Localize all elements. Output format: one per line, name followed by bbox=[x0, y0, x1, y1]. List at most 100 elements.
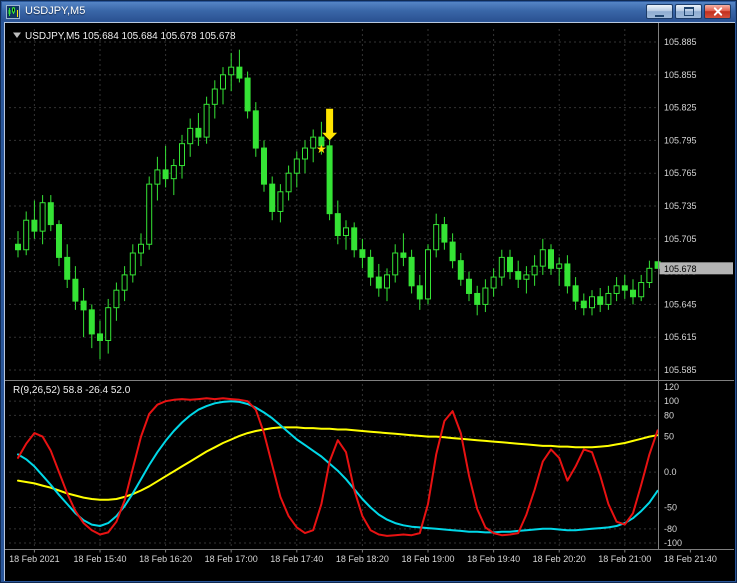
candle-body bbox=[285, 172, 292, 193]
price-tick-label: 105.615 bbox=[664, 332, 697, 342]
candle-body bbox=[621, 285, 628, 291]
minimize-icon bbox=[655, 7, 664, 17]
candle-body bbox=[572, 285, 579, 302]
candle-body bbox=[589, 296, 595, 309]
candle-body bbox=[269, 183, 276, 212]
candle-body bbox=[228, 66, 235, 76]
candle-body bbox=[64, 256, 71, 280]
candle-body bbox=[146, 183, 153, 245]
indicator-tick-label: 120 bbox=[664, 382, 679, 392]
candle-body bbox=[302, 147, 308, 160]
candle-body bbox=[277, 191, 284, 212]
candle-body bbox=[31, 219, 38, 232]
candle-body bbox=[179, 143, 185, 167]
candle-body bbox=[375, 276, 382, 289]
maximize-button[interactable] bbox=[675, 4, 702, 19]
time-tick-label: 18 Feb 19:40 bbox=[467, 554, 520, 564]
time-tick-label: 18 Feb 15:40 bbox=[73, 554, 126, 564]
candle-body bbox=[646, 267, 653, 284]
candle-body bbox=[72, 278, 79, 302]
candle-body bbox=[580, 300, 587, 309]
time-tick-label: 18 Feb 18:20 bbox=[336, 554, 389, 564]
candle-body bbox=[334, 213, 341, 237]
candle-body bbox=[113, 289, 120, 309]
price-tick-label: 105.795 bbox=[664, 135, 697, 145]
indicator-tick-label: 80 bbox=[664, 410, 674, 420]
candle-body bbox=[97, 333, 103, 341]
time-tick-label: 18 Feb 16:20 bbox=[139, 554, 192, 564]
chart-area[interactable]: 105.885 105.855 105.825 105.795 105.765 105.7… bbox=[4, 22, 735, 581]
candle-body bbox=[23, 219, 30, 251]
candle-body bbox=[474, 292, 481, 305]
candle-body bbox=[457, 260, 464, 280]
indicator-tick-label: 100 bbox=[664, 396, 679, 406]
time-tick-label: 18 Feb 21:40 bbox=[664, 554, 717, 564]
candle-body bbox=[597, 296, 604, 305]
candle-body bbox=[220, 74, 226, 90]
candle-body bbox=[211, 88, 218, 105]
candle-body bbox=[236, 66, 243, 79]
title-bar[interactable]: USDJPY,M5 bbox=[2, 2, 735, 21]
chart-icon bbox=[6, 4, 20, 19]
indicator-tick-label: -100 bbox=[664, 538, 682, 548]
candle-body bbox=[605, 292, 612, 305]
candle-body bbox=[630, 289, 636, 298]
price-tick-label: 105.765 bbox=[664, 168, 697, 178]
candle-body bbox=[56, 224, 62, 258]
candle-body bbox=[343, 227, 349, 237]
candle-body bbox=[195, 127, 202, 138]
ohlc-readout: USDJPY,M5 105.684 105.684 105.678 105.67… bbox=[13, 31, 236, 42]
candle-body bbox=[15, 243, 21, 251]
candle-body bbox=[425, 249, 431, 300]
candle-body bbox=[408, 256, 415, 287]
candle-body bbox=[441, 224, 448, 243]
price-tick-label: 105.705 bbox=[664, 234, 697, 244]
candle-body bbox=[548, 249, 554, 269]
indicator-tick-label: -50 bbox=[664, 503, 677, 513]
indicator-readout: R(9,26,52) 58.8 -26.4 52.0 bbox=[13, 385, 131, 396]
candle-body bbox=[539, 249, 546, 267]
candle-body bbox=[515, 271, 522, 280]
candle-body bbox=[490, 276, 497, 289]
candle-body bbox=[129, 252, 136, 276]
price-tick-label: 105.585 bbox=[664, 365, 697, 375]
candle-body bbox=[523, 274, 530, 280]
candle-body bbox=[482, 287, 489, 305]
candle-body bbox=[293, 158, 300, 174]
candle-body bbox=[39, 202, 46, 232]
candle-body bbox=[384, 274, 390, 289]
candle-body bbox=[556, 263, 563, 269]
candle-body bbox=[121, 274, 128, 291]
price-tick-label: 105.885 bbox=[664, 37, 697, 47]
close-button[interactable] bbox=[704, 4, 731, 19]
candle-body bbox=[654, 261, 661, 269]
candle-body bbox=[416, 285, 423, 300]
candle-body bbox=[154, 169, 161, 185]
candle-body bbox=[88, 309, 95, 335]
time-tick-label: 18 Feb 2021 bbox=[9, 554, 60, 564]
candle-body bbox=[105, 307, 112, 341]
time-tick-label: 18 Feb 17:40 bbox=[270, 554, 323, 564]
time-tick-label: 18 Feb 20:20 bbox=[533, 554, 586, 564]
candle-body bbox=[400, 252, 407, 258]
maximize-icon bbox=[683, 7, 694, 16]
price-tick-label: 105.825 bbox=[664, 103, 697, 113]
candle-body bbox=[310, 136, 317, 149]
candle-body bbox=[261, 147, 267, 185]
price-tick-label: 105.735 bbox=[664, 201, 697, 211]
candle-body bbox=[203, 103, 210, 138]
chart-canvas: 105.885 105.855 105.825 105.795 105.765 105.7… bbox=[5, 23, 734, 580]
candle-body bbox=[326, 145, 333, 215]
candle-body bbox=[359, 249, 366, 258]
indicator-text: R(9,26,52) 58.8 -26.4 52.0 bbox=[13, 385, 131, 396]
candle-body bbox=[170, 165, 177, 180]
indicator-tick-label: 0.0 bbox=[664, 467, 677, 477]
price-tick-label: 105.855 bbox=[664, 70, 697, 80]
minimize-button[interactable] bbox=[646, 4, 673, 19]
candle-body bbox=[531, 265, 538, 276]
candle-body bbox=[564, 263, 571, 287]
time-tick-label: 18 Feb 17:00 bbox=[205, 554, 258, 564]
indicator-tick-label: 50 bbox=[664, 432, 674, 442]
candle-body bbox=[252, 110, 259, 149]
candle-body bbox=[507, 256, 513, 273]
